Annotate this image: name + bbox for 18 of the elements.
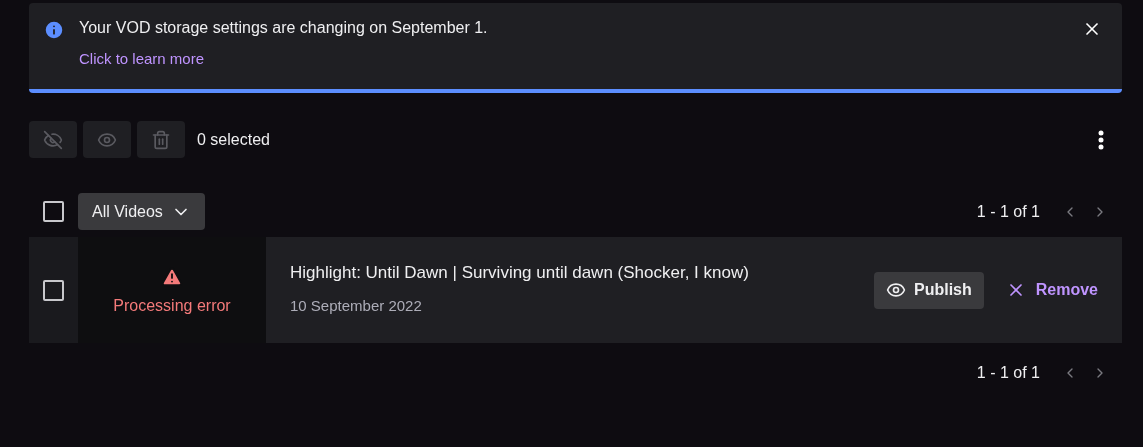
eye-off-icon (43, 129, 63, 150)
row-checkbox[interactable] (43, 279, 64, 301)
video-date: 10 September 2022 (290, 297, 423, 314)
info-icon (43, 19, 65, 41)
trash-icon (151, 129, 171, 150)
learn-more-link[interactable]: Click to learn more (79, 50, 205, 67)
video-filter-dropdown[interactable]: All Videos (78, 193, 205, 230)
page-range: 1 - 1 of 1 (976, 202, 1040, 221)
status-text: Processing error (113, 296, 231, 315)
eye-icon (885, 280, 906, 300)
banner-message: Your VOD storage settings are changing on September 1. (79, 19, 488, 38)
more-options-icon[interactable] (1098, 129, 1104, 150)
selection-count: 0 selected (197, 130, 271, 149)
page-range: 1 - 1 of 1 (976, 364, 1040, 382)
remove-button[interactable]: Remove (1005, 280, 1098, 300)
publish-button[interactable]: Publish (873, 271, 984, 309)
select-all-checkbox[interactable] (43, 201, 64, 222)
video-title: Highlight: Until Dawn | Surviving until dawn (Shocker, I know) (290, 263, 750, 283)
